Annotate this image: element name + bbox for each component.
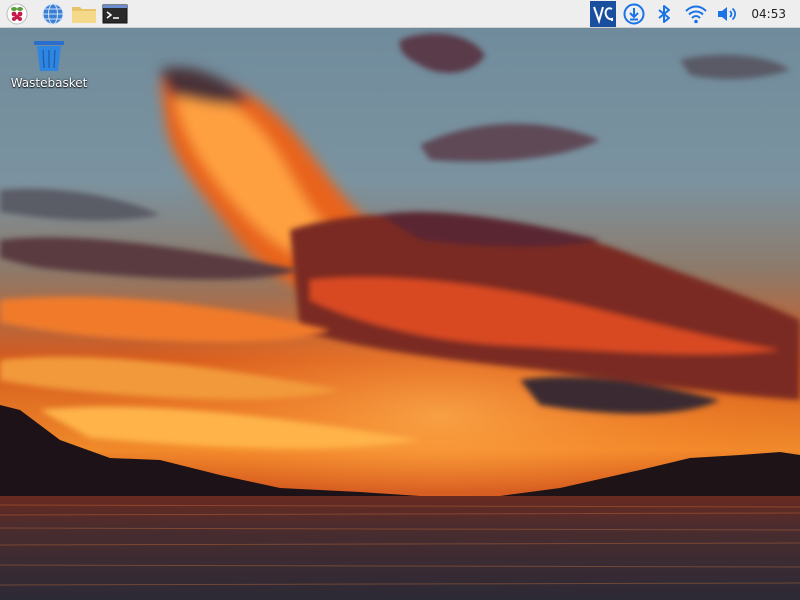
wifi-button[interactable] (683, 2, 709, 26)
bluetooth-button[interactable] (651, 2, 677, 26)
updates-button[interactable] (621, 2, 647, 26)
globe-icon (42, 3, 64, 25)
raspberry-menu-button[interactable] (4, 2, 30, 26)
terminal-button[interactable] (102, 2, 128, 26)
desktop: 04:53 Wastebasket (0, 0, 800, 600)
terminal-icon (102, 4, 128, 24)
taskbar: 04:53 (0, 0, 800, 28)
wastebasket-icon (34, 41, 64, 71)
volume-icon (718, 7, 737, 21)
file-manager-button[interactable] (71, 2, 97, 26)
raspberry-menu-icon (6, 3, 28, 25)
bluetooth-icon (658, 5, 670, 23)
clock[interactable]: 04:53 (751, 0, 786, 28)
volume-button[interactable] (714, 2, 740, 26)
wifi-icon (685, 5, 707, 24)
vnc-button[interactable] (590, 1, 616, 27)
wastebasket-label: Wastebasket (10, 76, 88, 90)
web-browser-button[interactable] (40, 2, 66, 26)
download-update-icon (623, 3, 645, 25)
wallpaper (0, 0, 800, 600)
vnc-icon (590, 1, 616, 27)
wastebasket-desktop-icon[interactable]: Wastebasket (8, 38, 90, 98)
folder-icon (72, 7, 96, 23)
